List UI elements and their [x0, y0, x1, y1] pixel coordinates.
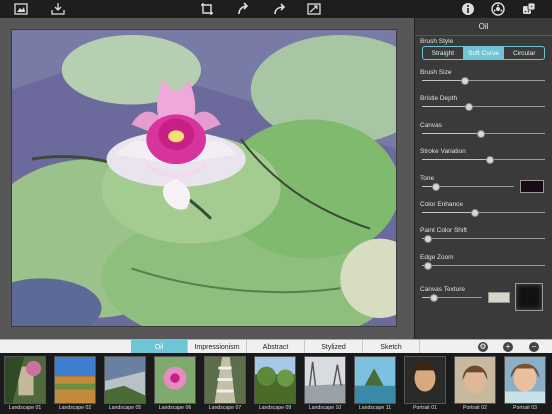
canvas-area	[0, 18, 414, 339]
edge-zoom-slider[interactable]	[422, 262, 545, 270]
tone-slider[interactable]	[422, 183, 514, 191]
preset-thumbnail[interactable]: Landscape 05	[100, 353, 150, 414]
preset-label: Landscape 02	[58, 405, 92, 411]
tab-impressionism[interactable]: Impressionism	[188, 340, 247, 354]
preset-image	[254, 356, 296, 404]
canvas-label: Canvas	[420, 122, 443, 129]
brush-style-segmented-control: Straight Soft Curve Circular	[422, 46, 545, 60]
slider-thumb[interactable]	[430, 294, 438, 302]
preset-image	[104, 356, 146, 404]
settings-icon[interactable]	[491, 2, 505, 16]
slider-thumb[interactable]	[424, 262, 433, 270]
settings-panel: Oil Brush Style Straight Soft Curve Circ…	[414, 18, 552, 339]
info-icon[interactable]	[461, 2, 475, 16]
slider-thumb[interactable]	[485, 156, 494, 164]
preset-label: Portrait 01	[413, 405, 437, 411]
brush-style-soft-curve[interactable]: Soft Curve	[463, 47, 505, 59]
remove-icon[interactable]: −	[529, 342, 539, 352]
slider-thumb[interactable]	[470, 209, 479, 217]
style-tab-bar: Oil Impressionism Abstract Stylized Sket…	[0, 339, 552, 354]
preset-thumbnail[interactable]: Landscape 09	[250, 353, 300, 414]
canvas-texture-preview[interactable]	[515, 283, 543, 311]
top-toolbar	[0, 0, 552, 18]
stroke-variation-slider[interactable]	[422, 156, 545, 164]
color-enhance-label: Color Enhance	[420, 201, 463, 208]
bristle-depth-slider[interactable]	[422, 103, 545, 111]
save-tray-icon[interactable]	[51, 2, 65, 16]
randomize-dice-icon[interactable]	[522, 2, 536, 16]
bristle-depth-label: Bristle Depth	[420, 95, 458, 102]
oil-painting-app: Oil Brush Style Straight Soft Curve Circ…	[0, 0, 552, 414]
preset-thumbnail[interactable]: Portrait 03	[500, 353, 550, 414]
preset-label: Landscape 06	[158, 405, 192, 411]
preset-label: Portrait 02	[463, 405, 487, 411]
redo-icon[interactable]	[272, 2, 286, 16]
brush-size-label: Brush Size	[420, 69, 452, 76]
preset-thumbnail[interactable]: Landscape 01	[0, 353, 50, 414]
preset-image	[154, 356, 196, 404]
preset-thumbnail[interactable]: Landscape 07	[200, 353, 250, 414]
canvas-texture-color-swatch[interactable]	[488, 292, 510, 303]
brush-style-circular[interactable]: Circular	[504, 47, 544, 59]
preset-label: Landscape 01	[8, 405, 42, 411]
preset-label: Landscape 11	[358, 405, 392, 411]
preset-label: Landscape 09	[258, 405, 292, 411]
canvas-texture-slider[interactable]	[422, 294, 482, 302]
add-icon[interactable]: +	[503, 342, 513, 352]
tone-label: Tone	[420, 175, 435, 182]
color-enhance-slider[interactable]	[422, 209, 545, 217]
paint-color-shift-slider[interactable]	[422, 235, 545, 243]
crop-icon[interactable]	[200, 2, 214, 16]
gallery-settings-icon[interactable]: ⚙	[478, 342, 488, 352]
slider-thumb[interactable]	[477, 130, 486, 138]
brush-style-straight[interactable]: Straight	[423, 47, 464, 59]
preset-image	[454, 356, 496, 404]
preset-thumbnail[interactable]: Portrait 02	[450, 353, 500, 414]
panel-title: Oil	[415, 18, 552, 36]
image-library-icon[interactable]	[14, 2, 28, 16]
brush-style-label: Brush Style	[420, 38, 454, 45]
preset-label: Landscape 05	[108, 405, 142, 411]
preset-label: Portrait 03	[513, 405, 537, 411]
preset-label: Landscape 07	[208, 405, 242, 411]
painted-photo[interactable]	[11, 29, 397, 327]
tab-sketch[interactable]: Sketch	[363, 340, 420, 354]
preset-thumbnail[interactable]: Landscape 10	[300, 353, 350, 414]
preset-thumbnail[interactable]: Landscape 02	[50, 353, 100, 414]
tab-abstract[interactable]: Abstract	[247, 340, 305, 354]
preset-thumbnail[interactable]: Landscape 11	[350, 353, 400, 414]
compare-icon[interactable]	[307, 2, 321, 16]
canvas-texture-label: Canvas Texture	[420, 286, 466, 293]
preset-image	[504, 356, 546, 404]
preset-thumbnail[interactable]: Portrait 01	[400, 353, 450, 414]
stroke-variation-label: Stroke Variation	[420, 148, 466, 155]
slider-thumb[interactable]	[424, 235, 433, 243]
canvas-slider[interactable]	[422, 130, 545, 138]
slider-thumb[interactable]	[464, 103, 473, 111]
slider-thumb[interactable]	[431, 183, 440, 191]
undo-icon[interactable]	[236, 2, 250, 16]
preset-image	[54, 356, 96, 404]
preset-image	[304, 356, 346, 404]
tab-stylized[interactable]: Stylized	[305, 340, 363, 354]
brush-size-slider[interactable]	[422, 77, 545, 85]
preset-image	[4, 356, 46, 404]
tab-oil[interactable]: Oil	[131, 340, 188, 354]
tone-color-swatch[interactable]	[520, 180, 544, 193]
preset-strip: Landscape 01 Landscape 02 Landscape 05 L…	[0, 353, 552, 414]
preset-label: Landscape 10	[308, 405, 342, 411]
preset-thumbnail[interactable]: Landscape 06	[150, 353, 200, 414]
preset-image	[354, 356, 396, 404]
preset-image	[204, 356, 246, 404]
paint-color-shift-label: Paint Color Shift	[420, 227, 467, 234]
edge-zoom-label: Edge Zoom	[420, 254, 454, 261]
preset-image	[404, 356, 446, 404]
slider-thumb[interactable]	[461, 77, 470, 85]
